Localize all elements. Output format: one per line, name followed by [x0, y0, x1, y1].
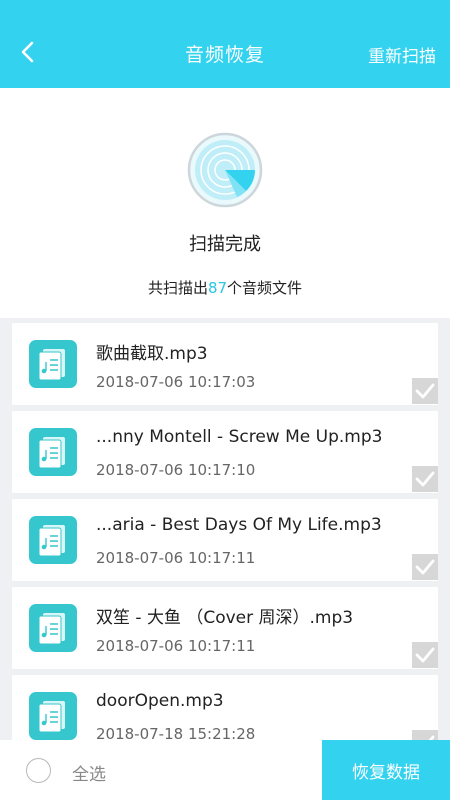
bottom-action-bar: 全选 恢复数据: [0, 740, 450, 800]
audio-file-icon: [29, 340, 77, 388]
file-date: 2018-07-06 10:17:11: [96, 549, 256, 567]
checkmark-icon: [415, 559, 435, 575]
list-item[interactable]: ...aria - Best Days Of My Life.mp3 2018-…: [12, 499, 438, 581]
scan-count-prefix: 共扫描出: [147, 279, 208, 297]
audio-file-list: 歌曲截取.mp3 2018-07-06 10:17:03 ...nny Mont…: [12, 323, 438, 763]
file-checkbox[interactable]: [412, 466, 438, 492]
audio-file-icon: [29, 692, 77, 740]
audio-file-icon: [29, 604, 77, 652]
header-bar: 音频恢复 重新扫描: [0, 0, 450, 88]
list-item[interactable]: 双笙 - 大鱼 （Cover 周深）.mp3 2018-07-06 10:17:…: [12, 587, 438, 669]
audio-file-icon: [29, 428, 77, 476]
recover-data-button[interactable]: 恢复数据: [322, 740, 450, 800]
select-all-label[interactable]: 全选: [72, 760, 106, 785]
list-item[interactable]: 歌曲截取.mp3 2018-07-06 10:17:03: [12, 323, 438, 405]
file-checkbox[interactable]: [412, 642, 438, 668]
scan-count-suffix: 个音频文件: [227, 279, 303, 297]
file-date: 2018-07-06 10:17:10: [96, 461, 256, 479]
file-name: 歌曲截取.mp3: [96, 344, 208, 364]
radar-scan-icon: [187, 132, 263, 208]
file-name: ...aria - Best Days Of My Life.mp3: [96, 515, 382, 535]
file-name: 双笙 - 大鱼 （Cover 周深）.mp3: [96, 608, 354, 628]
file-checkbox[interactable]: [412, 554, 438, 580]
file-checkbox[interactable]: [412, 378, 438, 404]
rescan-button[interactable]: 重新扫描: [368, 42, 436, 67]
file-name: ...nny Montell - Screw Me Up.mp3: [96, 427, 383, 447]
scan-count: 共扫描出87个音频文件: [0, 277, 450, 298]
checkmark-icon: [415, 383, 435, 399]
scan-status: 扫描完成: [189, 234, 261, 255]
file-date: 2018-07-06 10:17:03: [96, 373, 256, 391]
scan-count-number: 87: [207, 279, 228, 297]
audio-recovery-screen: 音频恢复 重新扫描 扫描完成 共扫描出87个音频文件 歌曲截取.mp3 2018…: [0, 0, 450, 800]
checkmark-icon: [415, 471, 435, 487]
list-item[interactable]: ...nny Montell - Screw Me Up.mp3 2018-07…: [12, 411, 438, 493]
checkmark-icon: [415, 647, 435, 663]
select-all-radio[interactable]: [26, 758, 51, 783]
audio-file-icon: [29, 516, 77, 564]
file-date: 2018-07-06 10:17:11: [96, 637, 256, 655]
file-name: doorOpen.mp3: [96, 691, 224, 711]
scan-summary: 扫描完成 共扫描出87个音频文件: [0, 88, 450, 318]
